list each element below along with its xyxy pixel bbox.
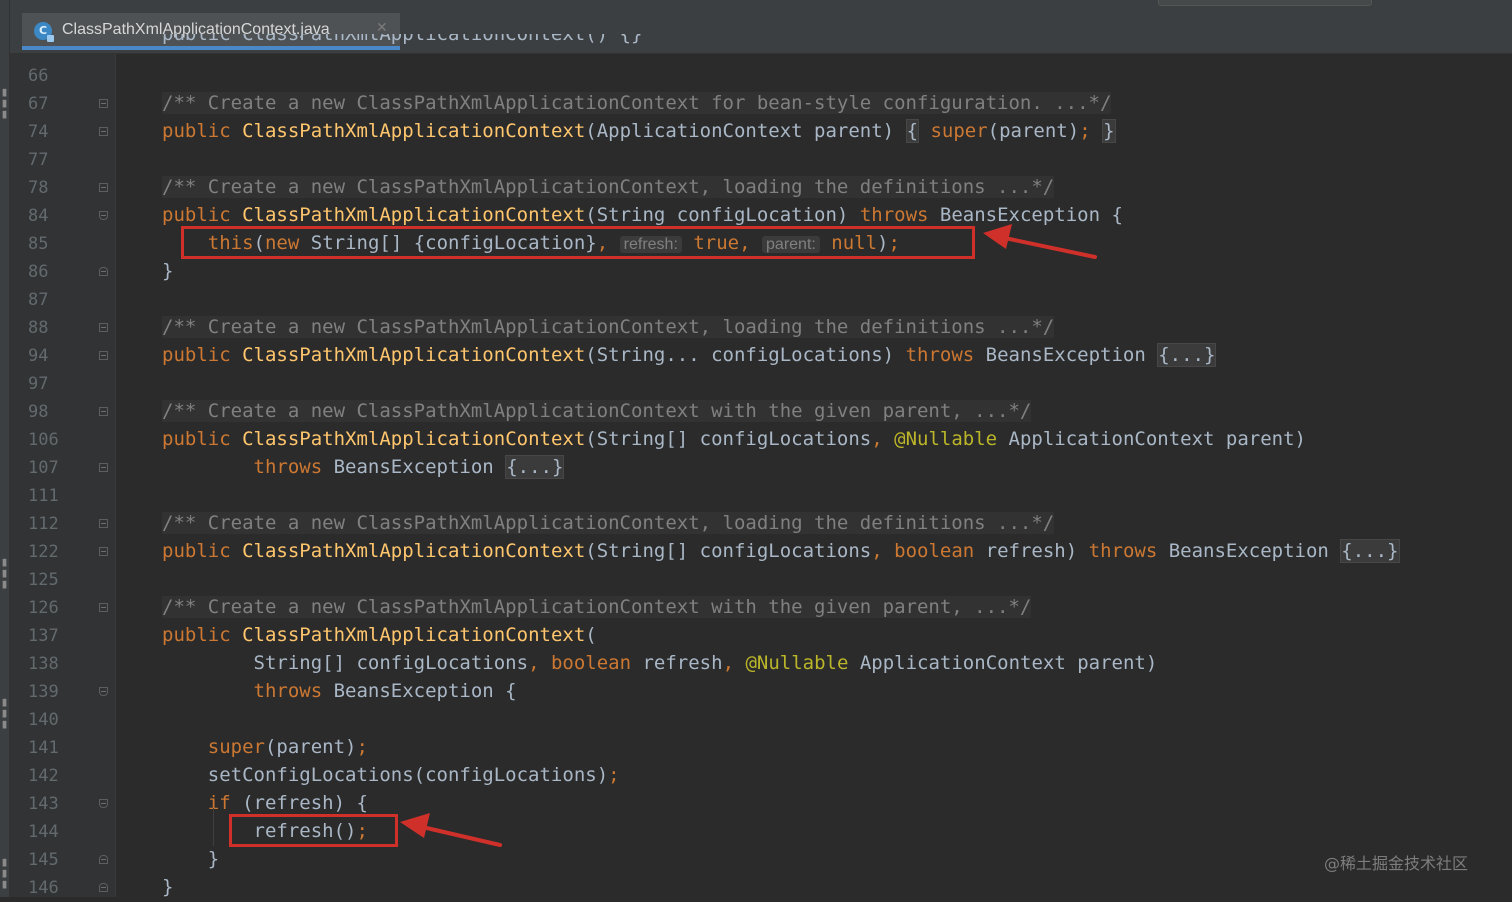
arrow-icon-2: [400, 813, 502, 847]
arrow-icon-1: [983, 224, 1097, 259]
watermark: @稀土掘金技术社区: [1324, 854, 1469, 873]
annotation-arrows: [400, 224, 1097, 847]
